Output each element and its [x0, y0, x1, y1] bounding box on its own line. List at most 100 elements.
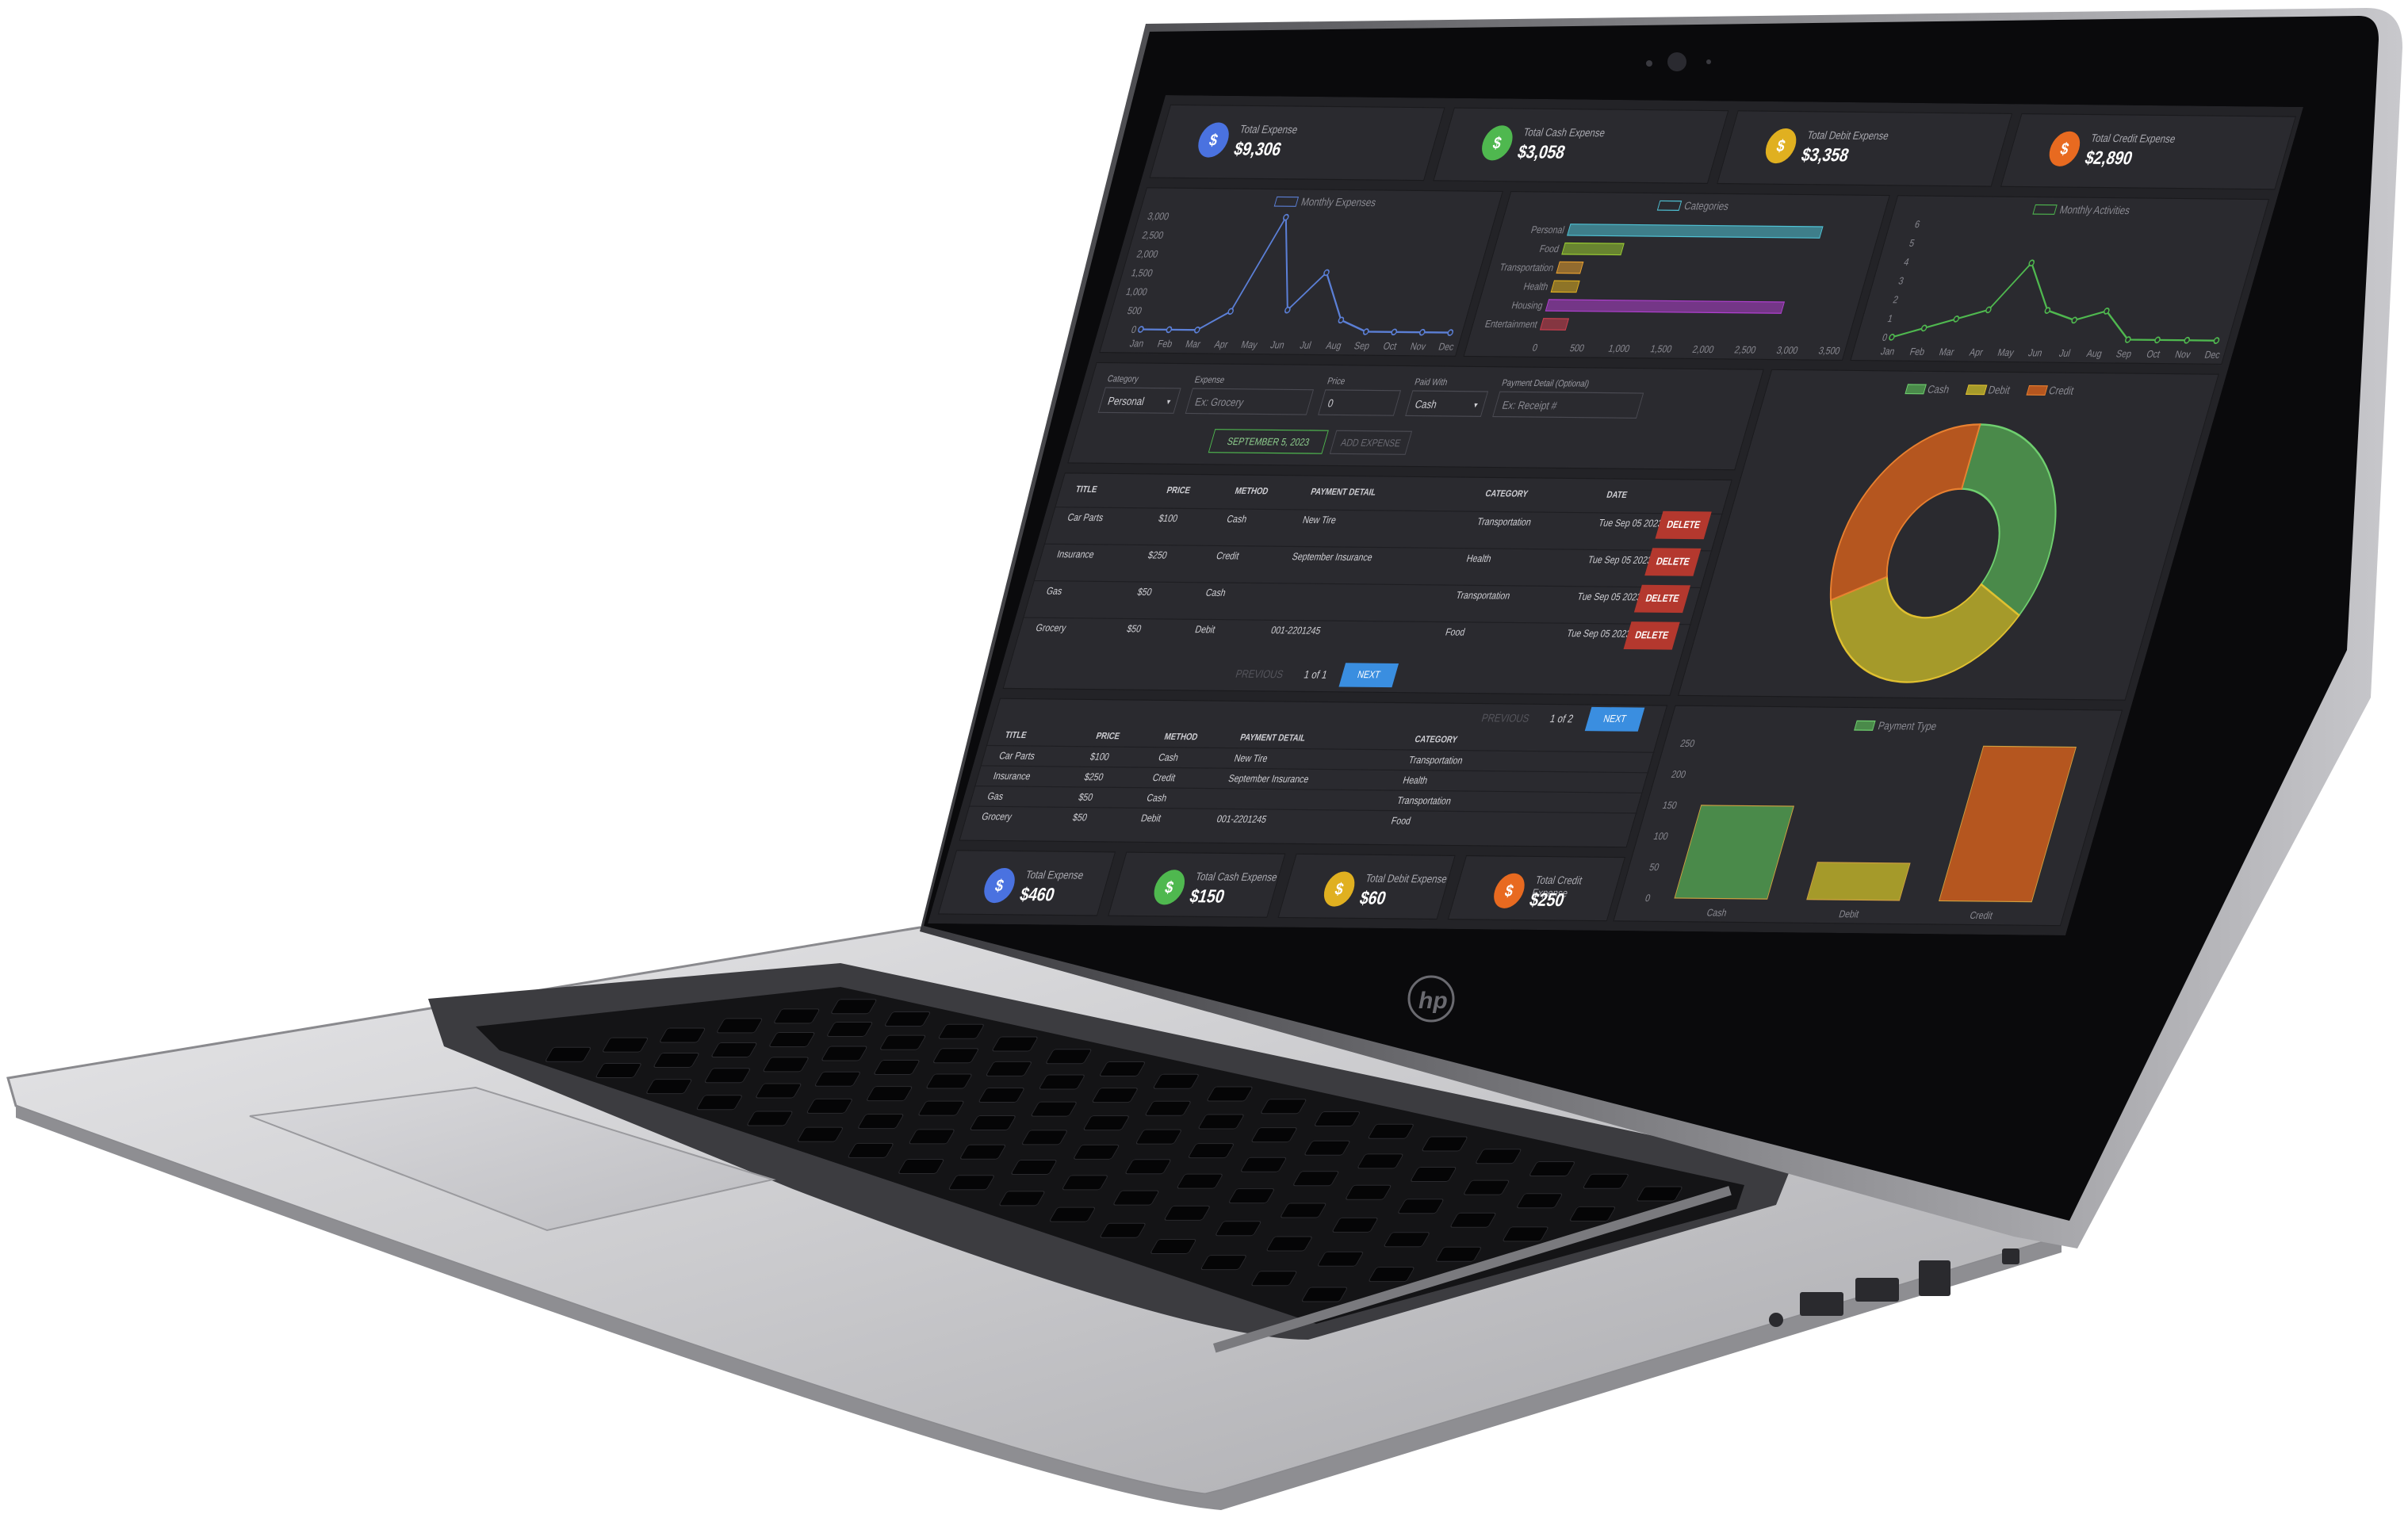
- cell-title: Grocery: [1034, 622, 1068, 634]
- data-point: [1166, 326, 1173, 334]
- cell-category: Transportation: [1407, 755, 1464, 767]
- data-point: [1284, 306, 1291, 314]
- column-header: METHOD: [1162, 732, 1200, 743]
- expense-dashboard: $ Total Expense $9,306 $ Total Cash Expense $…: [928, 95, 2303, 935]
- payment-share-chart: Cash Debit Credit: [1829, 383, 2076, 683]
- payment-detail-placeholder: Ex: Receipt #: [1500, 398, 1559, 412]
- delete-button[interactable]: DELETE: [1623, 621, 1680, 650]
- laptop-scene: hp $Total Expense$9,306 $Total Cash Expen…: [6, 8, 2402, 1510]
- cell-method: Cash: [1225, 514, 1249, 526]
- stat-label: Total Debit Expense: [1805, 128, 1891, 143]
- legend-swatch: [1854, 720, 1876, 731]
- data-point: [1418, 328, 1426, 336]
- chevron-down-icon: ▾: [1166, 396, 1172, 407]
- daily-table-panel: TITLE PRICE METHOD PAYMENT DETAIL CATEGORY Ca…: [959, 698, 1668, 848]
- stat-card: $ Total Expense $9,306: [1149, 104, 1445, 182]
- next-button[interactable]: NEXT: [1584, 706, 1645, 732]
- stat-label: Total Expense: [1024, 868, 1085, 882]
- y-tick-label: 3,000: [1147, 210, 1171, 222]
- cell-title: Grocery: [980, 811, 1013, 823]
- stat-value: $60: [1357, 888, 1389, 909]
- date-picker-button[interactable]: SEPTEMBER 5, 2023: [1208, 429, 1329, 454]
- price-value: 0: [1326, 396, 1335, 410]
- credit-card-icon: $: [1489, 873, 1529, 909]
- cell-date: Tue Sep 05 2023: [1586, 554, 1654, 567]
- money-bag-icon: $: [1194, 122, 1234, 158]
- delete-button[interactable]: DELETE: [1633, 584, 1691, 614]
- x-tick-label: Jun: [1269, 339, 1286, 351]
- add-expense-button[interactable]: ADD EXPENSE: [1329, 430, 1413, 455]
- legend-label: Debit: [1987, 384, 2012, 396]
- legend-swatch: [2032, 204, 2058, 215]
- cash-icon: $: [1150, 870, 1189, 905]
- category-label: Health: [1522, 281, 1550, 293]
- stat-card: $ Total Cash Expense $3,058: [1433, 107, 1729, 184]
- y-tick-label: 5: [1908, 237, 1916, 249]
- x-tick-label: Dec: [2203, 349, 2222, 361]
- cell-method: Credit: [1150, 772, 1177, 784]
- delete-button[interactable]: DELETE: [1655, 510, 1712, 540]
- cell-method: Cash: [1145, 793, 1169, 805]
- series-line: [1140, 214, 1451, 334]
- monthly-activities-chart: Monthly Activities 0 1 2 3 4 5 6 Jan Feb Mar Apr May…: [1879, 203, 2222, 361]
- price-input[interactable]: 0: [1318, 389, 1402, 416]
- data-point: [2044, 307, 2051, 314]
- previous-button[interactable]: PREVIOUS: [1235, 667, 1285, 681]
- daily-table: TITLE PRICE METHOD PAYMENT DETAIL CATEGORY Ca…: [959, 699, 1668, 849]
- expense-input[interactable]: Ex: Grocery: [1185, 388, 1315, 415]
- category-select[interactable]: Personal ▾: [1097, 387, 1181, 414]
- cell-price: $250: [1082, 771, 1105, 783]
- payment-detail-input[interactable]: Ex: Receipt #: [1492, 391, 1644, 419]
- x-tick-label: 1,500: [1649, 343, 1674, 355]
- payment-type-chart: Payment Type 0 50 100 150 200 250 Cash Debit Cred…: [1644, 719, 2077, 921]
- cell-title: Gas: [986, 791, 1005, 803]
- paid-with-select[interactable]: Cash ▾: [1405, 390, 1489, 417]
- column-header: CATEGORY: [1413, 734, 1459, 746]
- stat-value: $9,306: [1231, 139, 1284, 160]
- data-point: [2154, 336, 2161, 344]
- x-tick-label: 2,000: [1691, 343, 1716, 355]
- legend-swatch: [1965, 384, 1988, 396]
- legend-swatch: [1905, 384, 1927, 395]
- category-label: Entertainment: [1483, 318, 1539, 331]
- page-indicator: 1 of 2: [1548, 712, 1575, 725]
- categories-chart: Categories Personal Food Transportation Heal…: [1483, 199, 1842, 357]
- y-tick-label: 2,000: [1135, 248, 1160, 260]
- stat-label: Total Expense: [1238, 122, 1300, 136]
- x-tick-label: May: [1240, 338, 1259, 350]
- legend-label: Monthly Expenses: [1300, 195, 1378, 208]
- y-tick-label: 0: [1881, 331, 1889, 343]
- stat-value: $460: [1017, 885, 1058, 906]
- stat-card: $ Total Debit Expense $60: [1277, 853, 1456, 920]
- previous-button[interactable]: PREVIOUS: [1480, 711, 1531, 725]
- data-point: [2071, 316, 2077, 324]
- legend-label: Monthly Activities: [2058, 203, 2132, 216]
- cell-detail: September Insurance: [1227, 773, 1311, 786]
- paid-with-value: Cash: [1413, 397, 1439, 411]
- cell-title: Car Parts: [1066, 512, 1105, 524]
- x-tick-label: Oct: [1382, 340, 1399, 352]
- data-point: [1447, 329, 1454, 336]
- cell-detail: 001-2201245: [1215, 813, 1268, 826]
- cell-method: Cash: [1204, 587, 1227, 599]
- x-tick-label: Sep: [2115, 348, 2133, 360]
- x-tick-label: Credit: [1969, 909, 1995, 921]
- cell-detail: New Tire: [1232, 753, 1269, 765]
- y-tick-label: 0: [1130, 323, 1138, 335]
- stat-value: $3,058: [1514, 142, 1568, 163]
- legend-label: Categories: [1683, 199, 1730, 212]
- y-tick-label: 500: [1126, 304, 1143, 316]
- cell-category: Transportation: [1454, 590, 1512, 602]
- next-button[interactable]: NEXT: [1338, 663, 1399, 688]
- delete-button[interactable]: DELETE: [1644, 548, 1702, 576]
- monthly-expenses-chart: Monthly Expenses 0 500 1,000 1,500 2,000 2,500…: [1124, 195, 1455, 353]
- category-bar: [1561, 242, 1625, 256]
- category-label: Category: [1105, 374, 1140, 385]
- x-tick-label: 500: [1568, 342, 1586, 354]
- stat-card: $ Total Credit Expense $2,890: [2000, 113, 2296, 190]
- data-point: [2184, 336, 2191, 344]
- paid-with-label: Paid With: [1413, 377, 1449, 388]
- cash-icon: $: [1477, 125, 1517, 161]
- cell-method: Debit: [1139, 813, 1162, 824]
- credit-card-icon: $: [2045, 131, 2085, 167]
